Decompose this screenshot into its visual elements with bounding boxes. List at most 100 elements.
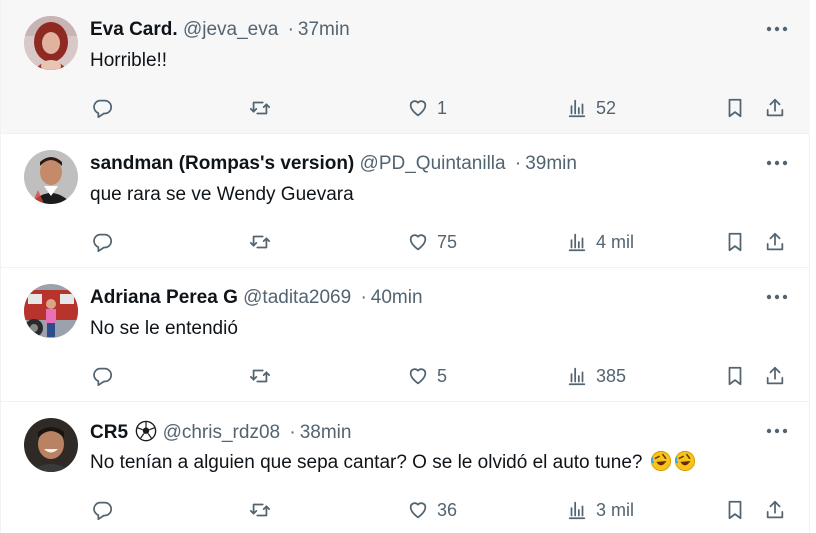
rolling-laughing-emoji-icon xyxy=(674,450,695,472)
tweet-text: Horrible!! xyxy=(90,50,168,71)
separator-dot: · xyxy=(514,153,522,174)
tweet-text: que rara se ve Wendy Guevara xyxy=(90,184,354,205)
tweet-header: Adriana Perea G @tadita2069 · 40min xyxy=(90,286,423,310)
avatar[interactable] xyxy=(24,418,78,472)
like-count: 75 xyxy=(437,231,458,252)
display-name[interactable]: CR5 xyxy=(90,422,128,443)
view-count: 52 xyxy=(596,97,617,118)
heart-icon xyxy=(409,100,427,117)
more-options-icon[interactable] xyxy=(766,292,788,302)
like-count: 1 xyxy=(437,97,448,118)
share-button[interactable] xyxy=(764,495,786,525)
avatar[interactable] xyxy=(24,284,78,338)
tweet-header: sandman (Rompas's version) @PD_Quintanil… xyxy=(90,152,577,176)
tweet-header: Eva Card. @jeva_eva · 37min xyxy=(90,18,350,42)
share-button[interactable] xyxy=(764,93,786,123)
tweet-reply[interactable]: Eva Card. @jeva_eva · 37min Horrible!! 1 … xyxy=(1,0,810,134)
tweet-text-line: No tenían a alguien que sepa cantar? O s… xyxy=(90,450,696,476)
bookmark-icon xyxy=(728,232,742,252)
retweet-icon xyxy=(249,101,271,115)
view-count: 3 mil xyxy=(596,499,635,520)
share-button[interactable] xyxy=(764,361,786,391)
views-button[interactable]: 3 mil xyxy=(566,495,634,525)
analytics-icon xyxy=(568,367,586,386)
view-count: 4 mil xyxy=(596,231,635,252)
share-icon xyxy=(766,500,784,519)
retweet-button[interactable] xyxy=(249,227,271,257)
user-handle[interactable]: @jeva_eva xyxy=(183,19,278,40)
separator-dot: · xyxy=(360,287,367,308)
tweet-text: No tenían a alguien que sepa cantar? O s… xyxy=(90,452,643,473)
bookmark-button[interactable] xyxy=(724,227,746,257)
analytics-icon xyxy=(568,233,586,252)
action-bar: 1 52 xyxy=(1,93,810,123)
action-bar: 75 4 mil xyxy=(1,227,810,257)
display-name[interactable]: Eva Card. xyxy=(90,19,178,40)
like-button[interactable]: 1 xyxy=(407,93,447,123)
reply-button[interactable] xyxy=(91,93,113,123)
tweet-reply[interactable]: CR5 @chris_rdz08 · 38min No tenían a algu… xyxy=(1,402,810,533)
retweet-icon xyxy=(249,503,271,517)
user-handle[interactable]: @tadita2069 xyxy=(243,287,351,308)
retweet-button[interactable] xyxy=(249,361,271,391)
tweet-header: CR5 @chris_rdz08 · 38min xyxy=(90,420,351,445)
heart-icon xyxy=(409,502,427,519)
avatar[interactable] xyxy=(24,150,78,204)
action-bar: 5 385 xyxy=(1,361,810,391)
like-button[interactable]: 5 xyxy=(407,361,447,391)
analytics-icon xyxy=(568,501,586,520)
heart-icon xyxy=(409,368,427,385)
display-name[interactable]: sandman (Rompas's version) xyxy=(90,153,354,174)
soccer-ball-icon xyxy=(135,420,157,442)
tweet-text: No se le entendió xyxy=(90,318,238,339)
bookmark-button[interactable] xyxy=(724,495,746,525)
like-button[interactable]: 75 xyxy=(407,227,457,257)
more-options-icon[interactable] xyxy=(766,158,788,168)
views-button[interactable]: 385 xyxy=(566,361,626,391)
separator-dot: · xyxy=(289,422,296,443)
bookmark-button[interactable] xyxy=(724,361,746,391)
retweet-button[interactable] xyxy=(249,495,271,525)
reply-button[interactable] xyxy=(91,227,113,257)
rolling-laughing-emoji-icon xyxy=(650,450,671,472)
reply-icon xyxy=(93,233,113,253)
bookmark-icon xyxy=(728,366,742,386)
user-handle[interactable]: @chris_rdz08 xyxy=(163,422,281,443)
reply-button[interactable] xyxy=(91,361,113,391)
like-count: 36 xyxy=(437,499,458,520)
reply-icon xyxy=(93,367,113,387)
heart-icon xyxy=(409,234,427,251)
like-button[interactable]: 36 xyxy=(407,495,457,525)
share-icon xyxy=(766,232,784,251)
timestamp[interactable]: 40min xyxy=(371,287,423,308)
display-name[interactable]: Adriana Perea G xyxy=(90,287,238,308)
bookmark-button[interactable] xyxy=(724,93,746,123)
retweet-button[interactable] xyxy=(249,93,271,123)
more-options-icon[interactable] xyxy=(766,426,788,436)
analytics-icon xyxy=(568,99,586,118)
tweet-reply[interactable]: Adriana Perea G @tadita2069 · 40min No se… xyxy=(1,268,810,402)
replies-feed: Eva Card. @jeva_eva · 37min Horrible!! 1 … xyxy=(0,0,810,533)
share-button[interactable] xyxy=(764,227,786,257)
like-count: 5 xyxy=(437,365,448,386)
retweet-icon xyxy=(249,235,271,249)
reply-icon xyxy=(93,99,113,119)
views-button[interactable]: 4 mil xyxy=(566,227,634,257)
action-bar: 36 3 mil xyxy=(1,495,810,525)
view-count: 385 xyxy=(596,365,627,386)
retweet-icon xyxy=(249,369,271,383)
user-handle[interactable]: @PD_Quintanilla xyxy=(360,153,506,174)
views-button[interactable]: 52 xyxy=(566,93,616,123)
share-icon xyxy=(766,98,784,117)
avatar[interactable] xyxy=(24,16,78,70)
bookmark-icon xyxy=(728,98,742,118)
reply-icon xyxy=(93,501,113,521)
timestamp[interactable]: 39min xyxy=(525,153,577,174)
timestamp[interactable]: 38min xyxy=(300,422,352,443)
tweet-reply[interactable]: sandman (Rompas's version) @PD_Quintanil… xyxy=(1,134,810,268)
reply-button[interactable] xyxy=(91,495,113,525)
timestamp[interactable]: 37min xyxy=(298,19,350,40)
more-options-icon[interactable] xyxy=(766,24,788,34)
share-icon xyxy=(766,366,784,385)
bookmark-icon xyxy=(728,500,742,520)
